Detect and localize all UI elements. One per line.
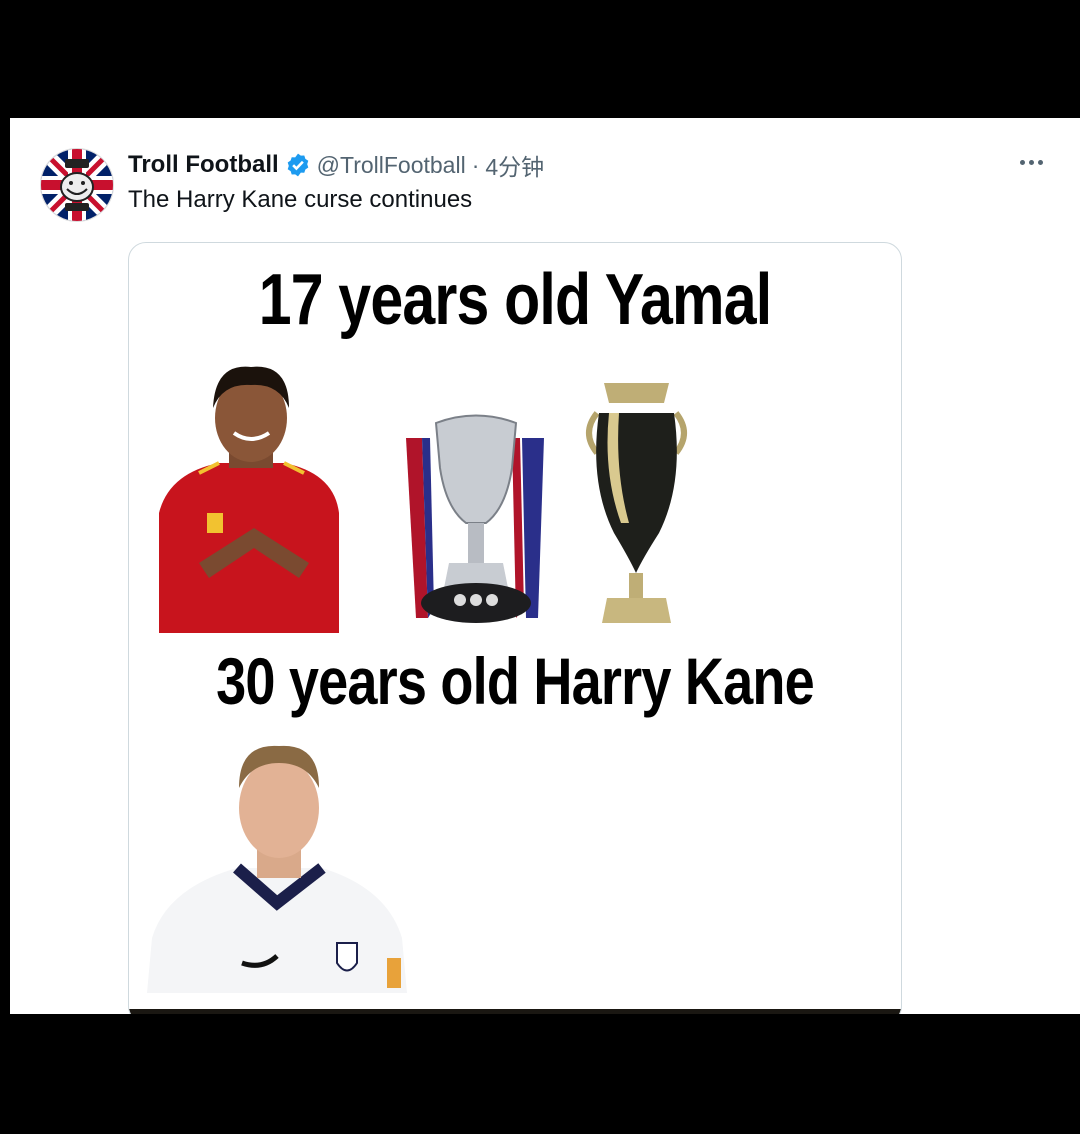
- author-name[interactable]: Troll Football: [128, 151, 279, 179]
- bottom-black-bar: [0, 1014, 1080, 1134]
- author-handle[interactable]: @TrollFootball: [317, 152, 466, 179]
- laliga-trophy-image: [406, 414, 544, 623]
- verified-badge-icon: [287, 153, 308, 177]
- tweet-card[interactable]: Troll Football @TrollFootball · 4分钟 The …: [10, 118, 1080, 1014]
- tweet-header: Troll Football @TrollFootball · 4分钟: [128, 148, 544, 182]
- meme-headline-yamal: 17 years old Yamal: [258, 260, 772, 340]
- tweet-timestamp[interactable]: 4分钟: [485, 148, 544, 182]
- more-options-icon[interactable]: [1020, 150, 1050, 174]
- player-yamal-image: [159, 366, 339, 633]
- euro-trophy-image: [586, 383, 687, 623]
- player-kane-image: [147, 745, 407, 993]
- top-black-bar: [0, 0, 1080, 118]
- meme-headline-kane: 30 years old Harry Kane: [216, 644, 815, 718]
- tweet-media-image[interactable]: 17 years old Yamal 30 years old Harry Ka…: [128, 242, 902, 1014]
- tweet-text: The Harry Kane curse continues: [128, 186, 473, 213]
- separator-dot: ·: [471, 151, 480, 178]
- author-avatar[interactable]: [40, 148, 114, 222]
